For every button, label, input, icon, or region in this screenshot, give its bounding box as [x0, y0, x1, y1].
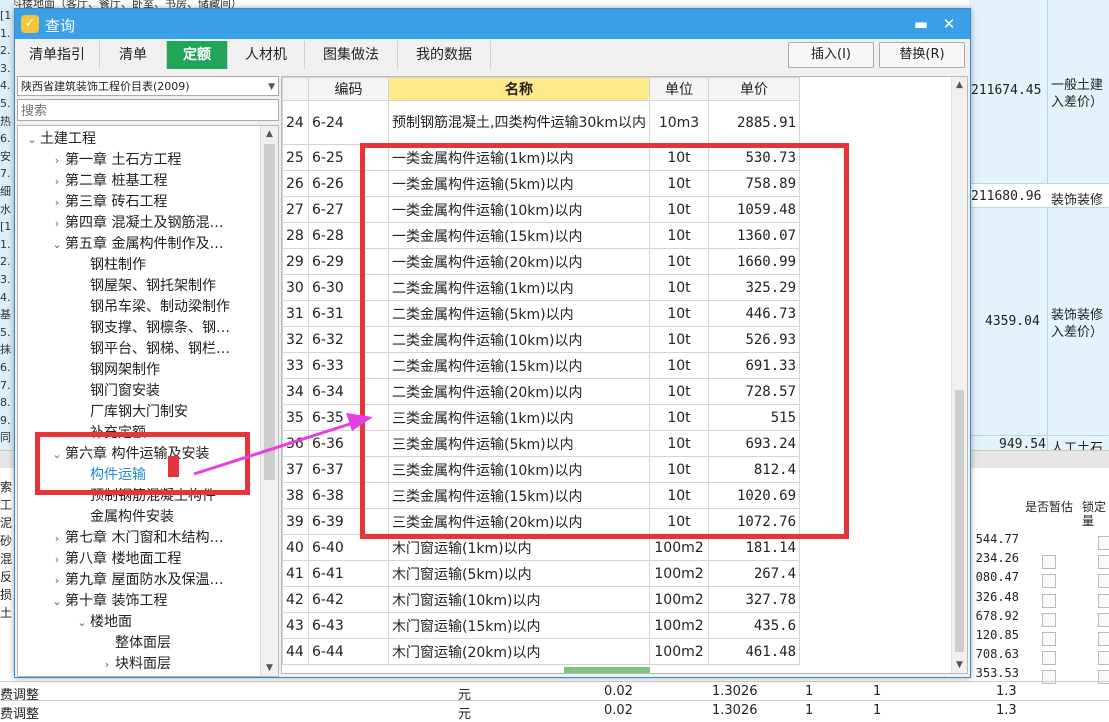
arrow-shaft	[193, 421, 354, 476]
annotation-arrow	[193, 413, 373, 476]
arrow-head	[346, 413, 373, 431]
